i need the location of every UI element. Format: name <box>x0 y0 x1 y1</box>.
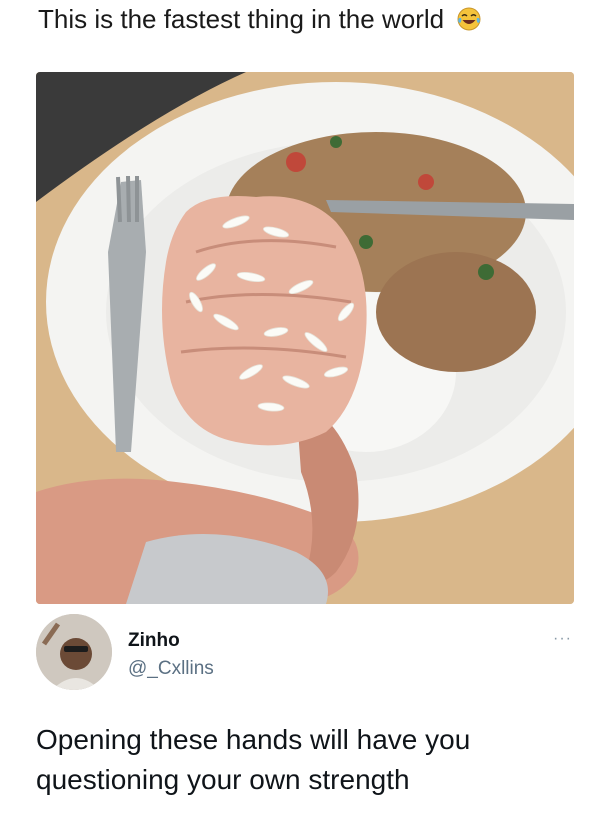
baby-fist-rice-photo <box>36 72 574 604</box>
author-handle[interactable]: @_Cxllins <box>128 658 214 680</box>
caption-text: This is the fastest thing in the world <box>38 4 445 34</box>
author-name[interactable]: Zinho <box>128 630 180 652</box>
meme-caption: This is the fastest thing in the world <box>38 2 481 36</box>
avatar[interactable] <box>36 614 112 690</box>
tweet-header: Zinho @_Cxllins ··· <box>36 614 576 694</box>
tweet-text: Opening these hands will have you questi… <box>36 724 471 795</box>
laughing-crying-emoji-icon <box>457 7 481 31</box>
more-options-icon[interactable]: ··· <box>553 630 572 648</box>
